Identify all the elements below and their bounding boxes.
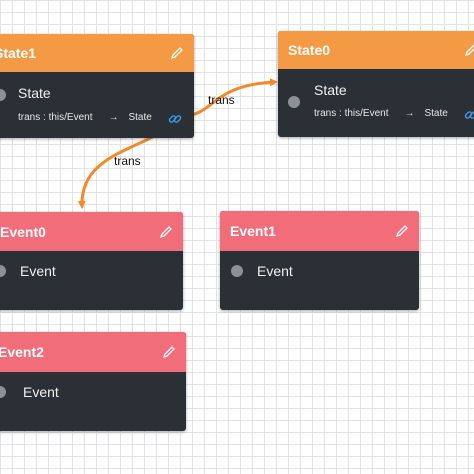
connection-port[interactable] (0, 386, 6, 398)
link-icon[interactable] (464, 108, 474, 122)
node-state0[interactable]: State0 State trans : this/Event → State (278, 31, 474, 137)
transition-target: State (424, 108, 448, 119)
connection-port[interactable] (231, 265, 243, 277)
node-event0-header[interactable]: Event0 (0, 212, 183, 251)
node-event2[interactable]: Event2 Event (0, 332, 186, 431)
link-icon[interactable] (168, 112, 182, 126)
transition-arrow: → (404, 108, 415, 119)
node-title: Event1 (230, 223, 276, 239)
node-state0-header[interactable]: State0 (278, 31, 474, 69)
connection-port[interactable] (0, 265, 6, 277)
node-event0[interactable]: Event0 Event (0, 212, 183, 310)
node-event1-body: Event (220, 251, 419, 310)
node-title: Event0 (0, 223, 46, 240)
node-event1-header[interactable]: Event1 (220, 211, 419, 251)
connection-port[interactable] (288, 96, 300, 108)
transition-target: State (128, 112, 152, 123)
edge-label-state1-event0: trans (114, 154, 141, 168)
node-title: State1 (0, 45, 37, 61)
node-event0-body: Event (0, 251, 183, 310)
pencil-icon[interactable] (170, 46, 184, 60)
transition-row: trans : this/Event → State (314, 108, 448, 119)
node-title: Event2 (0, 344, 44, 360)
node-event2-body: Event (0, 372, 186, 431)
pencil-icon[interactable] (162, 345, 176, 359)
node-kind-label: Event (23, 384, 59, 400)
transition-arrow: → (108, 112, 119, 123)
pencil-icon[interactable] (464, 43, 474, 57)
graph-canvas[interactable]: trans trans trans State1 State trans : t… (0, 0, 474, 474)
node-state1-body: State trans : this/Event → State (0, 72, 194, 138)
node-kind-label: State (18, 85, 51, 101)
connection-port[interactable] (0, 89, 6, 101)
node-event2-header[interactable]: Event2 (0, 332, 186, 372)
node-kind-label: Event (257, 263, 293, 279)
node-event1[interactable]: Event1 Event (220, 211, 419, 310)
node-title: State0 (288, 42, 331, 58)
pencil-icon[interactable] (395, 224, 409, 238)
node-state0-body: State trans : this/Event → State (278, 69, 474, 137)
node-kind-label: State (314, 82, 347, 98)
transition-row: trans : this/Event → State (18, 112, 152, 123)
transition-trigger: trans : this/Event (18, 112, 93, 123)
node-kind-label: Event (20, 263, 56, 279)
node-state1-header[interactable]: State1 (0, 34, 194, 72)
node-state1[interactable]: State1 State trans : this/Event → State (0, 34, 194, 138)
pencil-icon[interactable] (159, 225, 173, 239)
edge-label-state1-state0: trans (208, 93, 235, 107)
transition-trigger: trans : this/Event (314, 108, 389, 119)
